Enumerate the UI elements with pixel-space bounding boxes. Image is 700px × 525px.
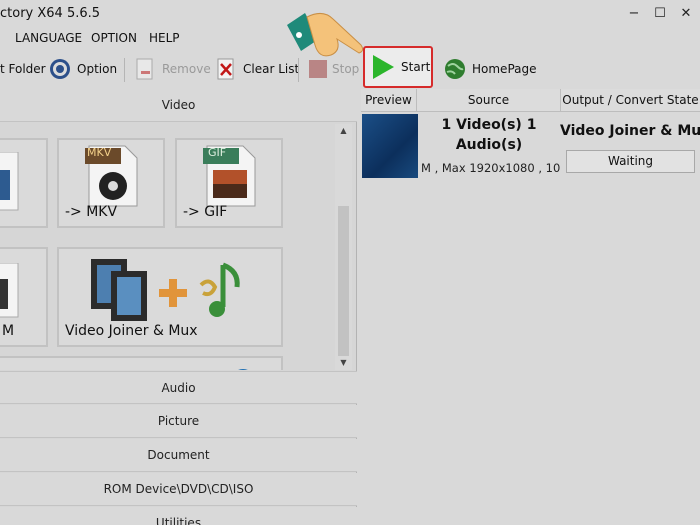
file-list: Preview Source Output / Convert State 1 … xyxy=(361,89,700,525)
menu-option[interactable]: OPTION xyxy=(91,31,137,45)
category-audio[interactable]: Audio xyxy=(0,371,357,404)
column-output[interactable]: Output / Convert State xyxy=(561,89,700,112)
source-title: 1 Video(s) 1 Audio(s) xyxy=(441,117,537,153)
film-file-icon xyxy=(0,263,19,318)
homepage-label: HomePage xyxy=(472,62,537,76)
output-folder-label: t Folder xyxy=(0,62,46,76)
tile-to-mkv[interactable]: MKV -> MKV xyxy=(57,138,165,228)
tile-label-mkv: -> MKV xyxy=(65,204,118,220)
table-row[interactable]: 1 Video(s) 1 Audio(s) M , Max 1920x1080 … xyxy=(361,113,700,179)
tile-row-partial[interactable] xyxy=(0,356,283,370)
tile-grid: MKV -> MKV GIF -> GIF M Video Joiner & M… xyxy=(0,124,334,370)
clear-list-icon xyxy=(214,57,238,81)
convert-state-button[interactable]: Waiting xyxy=(566,150,695,173)
category-picture[interactable]: Picture xyxy=(0,405,357,438)
pointing-hand-icon xyxy=(287,13,364,57)
output-folder-button[interactable]: t Folder xyxy=(0,52,46,86)
remove-icon xyxy=(133,57,157,81)
menu-language[interactable]: LANGUAGE xyxy=(15,31,82,45)
tile-label-m: M xyxy=(2,323,15,339)
tile-label-gif: -> GIF xyxy=(183,204,228,220)
play-icon xyxy=(370,53,396,81)
menu-help[interactable]: HELP xyxy=(149,31,180,45)
partial-icon xyxy=(238,369,248,370)
output-title: Video Joiner & Mux xyxy=(560,123,700,139)
video-file-icon xyxy=(0,152,19,211)
remove-label: Remove xyxy=(162,62,211,76)
category-document[interactable]: Document xyxy=(0,439,357,472)
globe-icon xyxy=(443,57,467,81)
joiner-mux-icon xyxy=(91,259,240,321)
scroll-thumb[interactable] xyxy=(338,206,349,356)
start-label: Start xyxy=(401,60,431,74)
option-gear-icon xyxy=(48,57,72,81)
tile-video-joiner-mux[interactable]: Video Joiner & Mux xyxy=(57,247,283,347)
tile-partial-m[interactable]: M xyxy=(0,247,48,347)
minimize-button[interactable]: − xyxy=(624,4,644,24)
mkv-badge: MKV xyxy=(87,146,112,159)
gif-badge: GIF xyxy=(208,146,227,159)
column-source[interactable]: Source xyxy=(417,89,561,112)
scroll-down-arrow[interactable]: ▼ xyxy=(335,356,352,370)
category-video[interactable]: Video xyxy=(0,89,357,122)
tile-label-joiner: Video Joiner & Mux xyxy=(65,323,198,339)
start-button[interactable]: Start xyxy=(363,46,433,88)
close-button[interactable]: ✕ xyxy=(676,4,696,24)
video-preview-thumbnail xyxy=(362,114,418,178)
toolbar-separator xyxy=(124,58,125,82)
homepage-button[interactable]: HomePage xyxy=(443,52,537,86)
option-label: Option xyxy=(77,62,118,76)
tile-to-gif[interactable]: GIF -> GIF xyxy=(175,138,283,228)
category-rom[interactable]: ROM Device\DVD\CD\ISO xyxy=(0,473,357,506)
option-button[interactable]: Option xyxy=(48,52,117,86)
column-preview[interactable]: Preview xyxy=(361,89,417,112)
remove-button[interactable]: Remove xyxy=(133,52,211,86)
window-title: ctory X64 5.6.5 xyxy=(0,6,101,21)
menu-partial[interactable]: I xyxy=(0,31,1,45)
category-utilities[interactable]: Utilities xyxy=(0,507,357,525)
maximize-button[interactable]: ☐ xyxy=(650,4,670,24)
tile-scrollbar[interactable]: ▲ ▼ xyxy=(335,124,352,370)
scroll-up-arrow[interactable]: ▲ xyxy=(335,124,352,138)
tile-partial-mp4[interactable] xyxy=(0,138,48,228)
source-info: M , Max 1920x1080 , 10. xyxy=(421,161,561,175)
